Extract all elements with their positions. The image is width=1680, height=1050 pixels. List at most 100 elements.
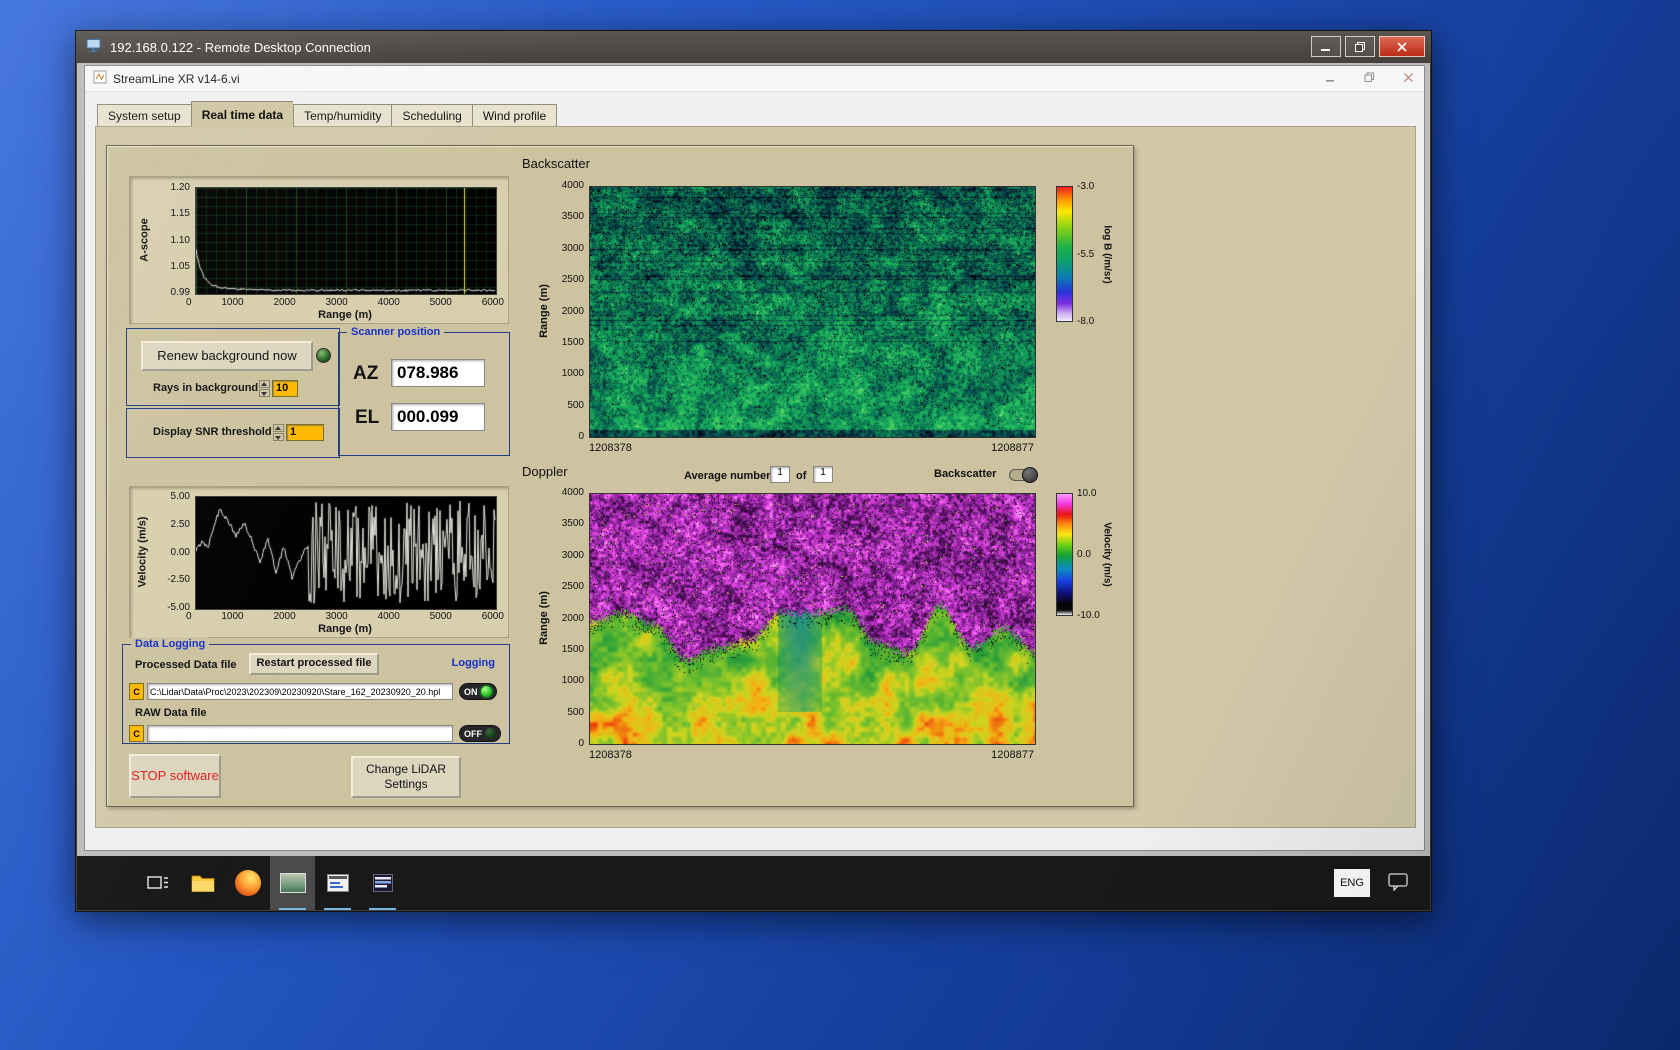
tick-label: 1.15 — [170, 208, 190, 220]
rdp-minimize-button[interactable] — [1311, 36, 1341, 57]
rays-spinner[interactable] — [259, 380, 270, 397]
toggle-knob-icon — [1022, 467, 1038, 483]
rdp-close-button[interactable] — [1379, 36, 1425, 57]
tick-label: 0 — [186, 611, 192, 622]
background-group: Renew background now Rays in background … — [126, 328, 340, 406]
tick-label: 2000 — [561, 612, 584, 624]
off-label: OFF — [464, 728, 482, 739]
tick-label: 0 — [186, 297, 192, 308]
language-indicator[interactable]: ENG — [1334, 869, 1370, 897]
app-window: StreamLine XR v14-6.vi System setup Real… — [84, 65, 1425, 851]
backscatter-x-start: 1208378 — [589, 442, 632, 454]
app-titlebar[interactable]: StreamLine XR v14-6.vi — [85, 66, 1424, 92]
stop-software-button[interactable]: STOP software — [129, 754, 221, 798]
doppler-x-start: 1208378 — [589, 749, 632, 761]
tick-label: 3000 — [325, 611, 348, 622]
tick-label: 1000 — [221, 297, 244, 308]
tick-label: 4000 — [561, 180, 584, 191]
tick-label: 2.50 — [170, 518, 190, 530]
tab-temp-humidity[interactable]: Temp/humidity — [293, 104, 392, 127]
el-value-field[interactable]: 000.099 — [391, 403, 485, 431]
tick-label: 4000 — [377, 611, 400, 622]
remote-desktop: StreamLine XR v14-6.vi System setup Real… — [77, 63, 1430, 910]
average-count-field[interactable]: 1 — [813, 466, 833, 483]
processed-logging-toggle[interactable]: ON — [459, 683, 497, 700]
renew-background-button[interactable]: Renew background now — [141, 341, 313, 371]
raw-drive-badge[interactable]: C — [129, 725, 144, 742]
ascope-xlabel: Range (m) — [318, 309, 372, 321]
az-label: AZ — [353, 363, 379, 384]
tick-label: 0 — [578, 738, 584, 749]
scan-scheduler-icon[interactable] — [315, 856, 360, 910]
taskbar: ENG — [77, 856, 1430, 910]
firefox-icon[interactable] — [225, 856, 270, 910]
ascope-frame: A-scope 1.20 1.15 1.10 1.05 0.99 0 1000 2000 30… — [129, 176, 509, 324]
app-close-button[interactable] — [1403, 72, 1414, 86]
change-lidar-settings-button[interactable]: Change LiDAR Settings — [351, 756, 461, 798]
tick-label: 3000 — [561, 549, 584, 561]
rdp-icon — [86, 38, 103, 56]
snr-spinner[interactable] — [273, 424, 284, 441]
backscatter-title: Backscatter — [522, 156, 590, 171]
doppler-title: Doppler — [522, 464, 568, 479]
tick-label: 6000 — [481, 611, 504, 622]
tick-label: 2500 — [561, 581, 584, 593]
velocity-ylabel: Velocity (m/s) — [136, 516, 149, 588]
average-number-field[interactable]: 1 — [770, 466, 790, 483]
tick-label: 5000 — [429, 611, 452, 622]
tick-label: -2.50 — [167, 574, 190, 586]
tick-label: 3000 — [561, 242, 584, 254]
az-value-field[interactable]: 078.986 — [391, 359, 485, 387]
data-logging-legend: Data Logging — [131, 637, 210, 651]
processed-path-field[interactable]: C:\Lidar\Data\Proc\2023\202309\20230920\… — [147, 683, 453, 700]
rdp-window: 192.168.0.122 - Remote Desktop Connectio… — [75, 30, 1432, 912]
rdp-restore-button[interactable] — [1345, 36, 1375, 57]
notification-chat-icon[interactable] — [1388, 873, 1408, 896]
ascope-xtick-labels: 0 1000 2000 3000 4000 5000 6000 — [186, 297, 504, 308]
average-number-label: Average number — [684, 470, 771, 482]
raw-logging-toggle[interactable]: OFF — [459, 725, 501, 742]
desktop-background: 192.168.0.122 - Remote Desktop Connectio… — [0, 0, 1680, 1050]
ascope-ylabel: A-scope — [139, 218, 151, 262]
data-logging-group: Data Logging Processed Data file Restart… — [122, 637, 510, 744]
tick-label: 1.20 — [170, 182, 190, 193]
tab-scheduling[interactable]: Scheduling — [391, 104, 472, 127]
raw-path-field[interactable] — [147, 725, 453, 742]
logging-label: Logging — [451, 657, 495, 669]
processed-drive-badge[interactable]: C — [129, 683, 144, 700]
doppler-ytick-labels: 4000 3500 3000 2500 2000 1500 1000 500 0 — [550, 487, 584, 749]
restart-processed-file-button[interactable]: Restart processed file — [249, 653, 379, 675]
doppler-x-end: 1208877 — [991, 749, 1034, 761]
tab-system-setup[interactable]: System setup — [97, 104, 191, 127]
tab-wind-profile[interactable]: Wind profile — [471, 104, 558, 127]
backscatter-colorbar-label: log B (/m/sr) — [1101, 224, 1113, 284]
backscatter-doppler-toggle[interactable] — [1009, 467, 1038, 483]
doppler-heatmap — [589, 493, 1036, 745]
tab-real-time-data[interactable]: Real time data — [190, 101, 294, 127]
tick-label: 1000 — [221, 611, 244, 622]
backscatter-heatmap — [589, 186, 1036, 438]
snr-group: Display SNR threshold 1 — [126, 408, 340, 458]
app-minimize-button[interactable] — [1325, 72, 1336, 86]
backscatter-xrange: 1208378 1208877 — [589, 442, 1034, 454]
ascope-plot — [195, 187, 497, 295]
active-app-thumbnail[interactable] — [270, 856, 315, 910]
scanner-position-group: Scanner position AZ 078.986 EL 000.099 — [338, 325, 510, 456]
velocity-plot — [195, 496, 497, 610]
file-explorer-icon[interactable] — [180, 856, 225, 910]
main-panel: A-scope 1.20 1.15 1.10 1.05 0.99 0 1000 2000 30… — [106, 145, 1134, 807]
of-label: of — [796, 470, 807, 482]
snr-threshold-label: Display SNR threshold — [153, 426, 272, 438]
task-view-button[interactable] — [135, 856, 180, 910]
doppler-xrange: 1208378 1208877 — [589, 749, 1034, 761]
rdp-titlebar[interactable]: 192.168.0.122 - Remote Desktop Connectio… — [76, 31, 1431, 63]
tick-label: 2000 — [561, 305, 584, 317]
snr-value-field[interactable]: 1 — [286, 424, 324, 441]
rays-value-field[interactable]: 10 — [272, 380, 298, 397]
document-app-icon[interactable] — [360, 856, 405, 910]
tick-label: 1.05 — [170, 260, 190, 272]
backscatter-x-end: 1208877 — [991, 442, 1034, 454]
velocity-xtick-labels: 0 1000 2000 3000 4000 5000 6000 — [186, 611, 504, 622]
app-restore-button[interactable] — [1364, 72, 1375, 86]
ascope-ytick-labels: 1.20 1.15 1.10 1.05 0.99 — [156, 182, 190, 298]
